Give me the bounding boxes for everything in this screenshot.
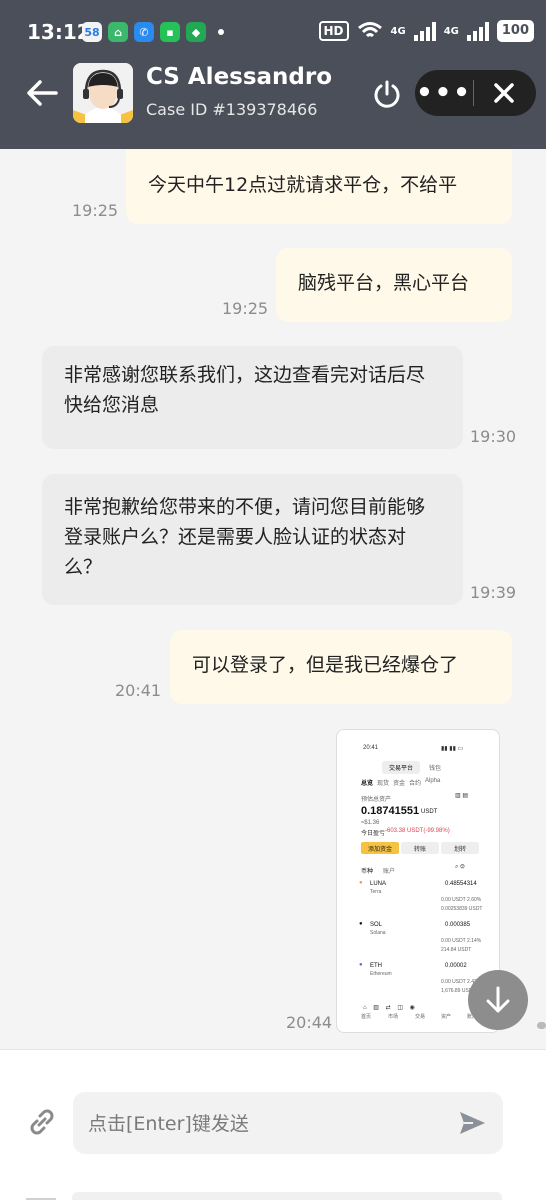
preview-subtab: 合约 (409, 781, 422, 787)
support-agent-icon (73, 63, 133, 123)
preview-coin-sub: Terra (370, 889, 382, 895)
message-bubble-outgoing: 脑残平台，黑心平台 (276, 248, 512, 322)
link-icon[interactable] (26, 1106, 58, 1138)
message-input-placeholder: 点击[Enter]键发送 (88, 1113, 249, 1135)
preview-coin-name: SOL (370, 922, 383, 928)
close-icon (494, 83, 514, 103)
preview-tab-active: 交易平台 (382, 761, 421, 774)
preview-nav-label: 首页 (361, 1014, 372, 1020)
preview-list-tab: 币种 (361, 869, 374, 875)
message-bubble-incoming: 非常感谢您联系我们，这边查看完对话后尽快给您消息 (42, 346, 463, 449)
preview-tab: 钱包 (429, 766, 442, 772)
message-time: 20:41 (115, 681, 162, 700)
preview-subtab: 现货 (377, 781, 390, 787)
preview-coin-amount: 0.00002 (445, 963, 467, 969)
preview-search-icon: ⌕ ⚙ (455, 864, 465, 870)
message-composer: 点击[Enter]键发送 (0, 1049, 546, 1200)
case-id: Case ID #139378466 (146, 100, 318, 119)
preview-coin-amount: 0.48554314 (445, 881, 477, 887)
preview-coin-row: 214.84 USDT (441, 947, 472, 953)
preview-coin-sub: Ethereum (370, 971, 392, 977)
ghost-composer-edge (26, 1192, 506, 1200)
preview-balance-label: 预估总资产 (361, 797, 392, 803)
preview-move-button: 划转 (441, 842, 479, 854)
preview-list-tab: 账户 (383, 869, 396, 875)
status-indicators: HD 4G 4G 100 (318, 20, 534, 42)
message-bubble-outgoing: 可以登录了，但是我已经爆仓了 (170, 630, 512, 704)
preview-status-time: 20:41 (363, 745, 379, 751)
more-icon[interactable]: ••• (415, 80, 473, 106)
preview-subtab: 总览 (361, 781, 374, 787)
close-button[interactable] (474, 82, 534, 104)
network-type-2: 4G (443, 25, 459, 37)
preview-pnl: -603.38 USDT(-99.98%) (385, 828, 450, 834)
hd-voice-icon: HD (318, 21, 349, 41)
message-time: 19:39 (470, 583, 517, 602)
message-bubble-outgoing: 今天中午12点过就请求平仓，不给平 (126, 150, 512, 224)
message-input[interactable]: 点击[Enter]键发送 (73, 1092, 503, 1154)
preview-nav-label: 市场 (388, 1014, 399, 1020)
wifi-icon (357, 22, 382, 38)
preview-nav-label: 交易 (415, 1014, 426, 1020)
preview-coin-icon: ● (359, 962, 363, 968)
message-time: 19:25 (222, 299, 269, 318)
signal-icon-1 (413, 21, 436, 41)
preview-transfer-button: 转账 (401, 842, 439, 854)
preview-coin-amount: 0.000385 (445, 922, 471, 928)
battery-icon: 100 (496, 20, 534, 42)
status-bar: 13:12 58 ⌂ ✆ ▪ ◆ HD 4G 4G 100 (0, 0, 546, 62)
preview-nav-label: 资产 (441, 1014, 452, 1020)
preview-balance-unit: USDT (421, 809, 438, 815)
preview-coin-icon: ● (359, 880, 363, 886)
home-app-icon: ⌂ (108, 22, 128, 42)
chat-title: CS Alessandro (146, 64, 333, 90)
app-58-icon: 58 (82, 22, 102, 42)
preview-chart-icon: ▥ ▤ (455, 793, 469, 799)
preview-nav-icons: ⌂ ▥ ⇄ ◫ ◉ (363, 1005, 415, 1011)
signal-icon-2 (466, 21, 489, 41)
ghost-reflection (26, 1192, 502, 1200)
preview-coin-sub: Solana (370, 930, 386, 936)
preview-subtab: Alpha (425, 778, 441, 784)
phone-app-icon: ✆ (134, 22, 154, 42)
shield-app-icon: ◆ (186, 22, 206, 42)
chat-header: 13:12 58 ⌂ ✆ ▪ ◆ HD 4G 4G 100 CS Alessan… (0, 0, 546, 149)
message-time: 19:25 (72, 201, 119, 220)
preview-balance: 0.18741551 (361, 805, 420, 817)
message-time: 20:44 (286, 1013, 333, 1032)
more-notifications-dot (218, 29, 224, 35)
scroll-indicator (537, 1022, 546, 1029)
preview-coin-row: 0.00 USDT 2.60% (441, 897, 482, 903)
preview-coin-name: ETH (370, 963, 382, 969)
back-arrow-icon[interactable] (26, 78, 58, 108)
power-icon[interactable] (372, 79, 402, 109)
preview-add-funds-button: 添加资金 (361, 842, 399, 854)
send-icon[interactable] (457, 1108, 487, 1138)
message-time: 19:30 (470, 427, 517, 446)
preview-subtab: 资金 (393, 781, 406, 787)
message-bubble-incoming: 非常抱歉给您带来的不便，请问您目前能够登录账户么？还是需要人脸认证的状态对么？ (42, 474, 463, 605)
network-type-1: 4G (390, 25, 406, 37)
preview-status-icons: ▮▮ ▮▮ ▭ (441, 746, 464, 752)
notification-icons: 58 ⌂ ✆ ▪ ◆ (82, 22, 224, 42)
preview-balance-sub: ≈$1.36 (361, 820, 380, 826)
arrow-down-icon (486, 986, 510, 1013)
preview-coin-name: LUNA (370, 881, 387, 887)
mini-program-capsule: ••• (415, 70, 536, 116)
preview-pnl-label: 今日盈亏 (361, 831, 386, 837)
preview-coin-row: 0.00 USDT 2.14% (441, 938, 482, 944)
agent-avatar[interactable] (73, 63, 133, 123)
preview-coin-row: 0.00253839 USDT (441, 906, 483, 912)
scroll-to-bottom-button[interactable] (468, 970, 528, 1030)
message-app-icon: ▪ (160, 22, 180, 42)
preview-coin-icon: ● (359, 921, 363, 927)
